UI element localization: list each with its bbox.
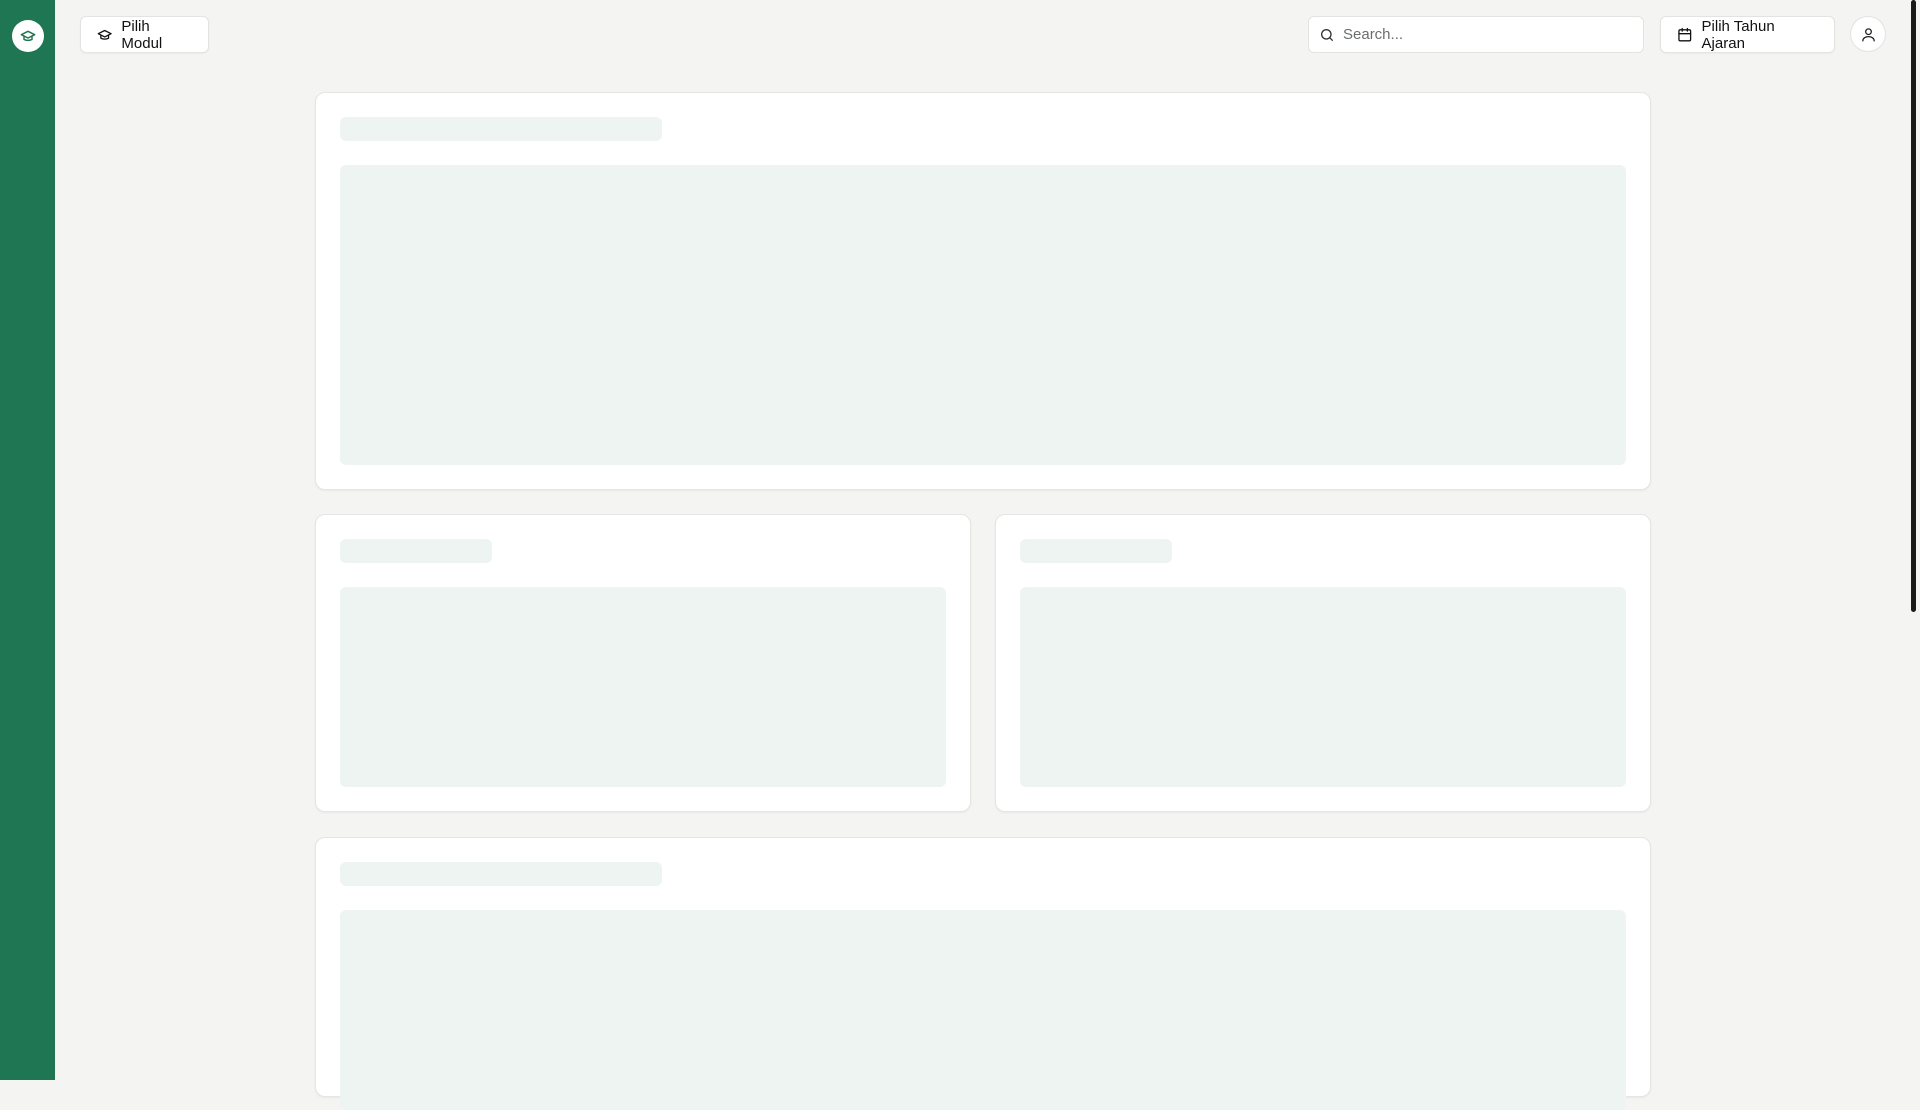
search-box[interactable] (1308, 16, 1644, 53)
skeleton-content (1020, 587, 1626, 787)
skeleton-content (340, 910, 1626, 1110)
sidebar (0, 0, 55, 1080)
graduation-cap-icon (20, 30, 36, 42)
app-logo[interactable] (12, 20, 44, 52)
calendar-icon (1678, 27, 1692, 41)
skeleton-card-right (995, 514, 1651, 812)
skeleton-card-bottom (315, 837, 1651, 1110)
scrollbar[interactable] (1911, 0, 1916, 612)
skeleton-card-left (315, 514, 971, 812)
skeleton-card-top (315, 92, 1651, 490)
select-module-label: Pilih Modul (121, 17, 163, 52)
select-module-button[interactable]: Pilih Modul (80, 16, 209, 53)
search-input[interactable] (1343, 26, 1633, 43)
skeleton-content (340, 165, 1626, 465)
graduation-cap-icon (97, 29, 112, 40)
search-icon (1321, 28, 1333, 41)
select-academic-year-label: Pilih Tahun Ajaran (1701, 17, 1775, 52)
skeleton-title (340, 539, 492, 563)
skeleton-title (1020, 539, 1172, 563)
select-academic-year-button[interactable]: Pilih Tahun Ajaran (1660, 16, 1835, 53)
skeleton-title (340, 862, 662, 886)
user-icon (1861, 27, 1875, 42)
user-menu-button[interactable] (1850, 16, 1886, 52)
skeleton-content (340, 587, 946, 787)
skeleton-title (340, 117, 662, 141)
